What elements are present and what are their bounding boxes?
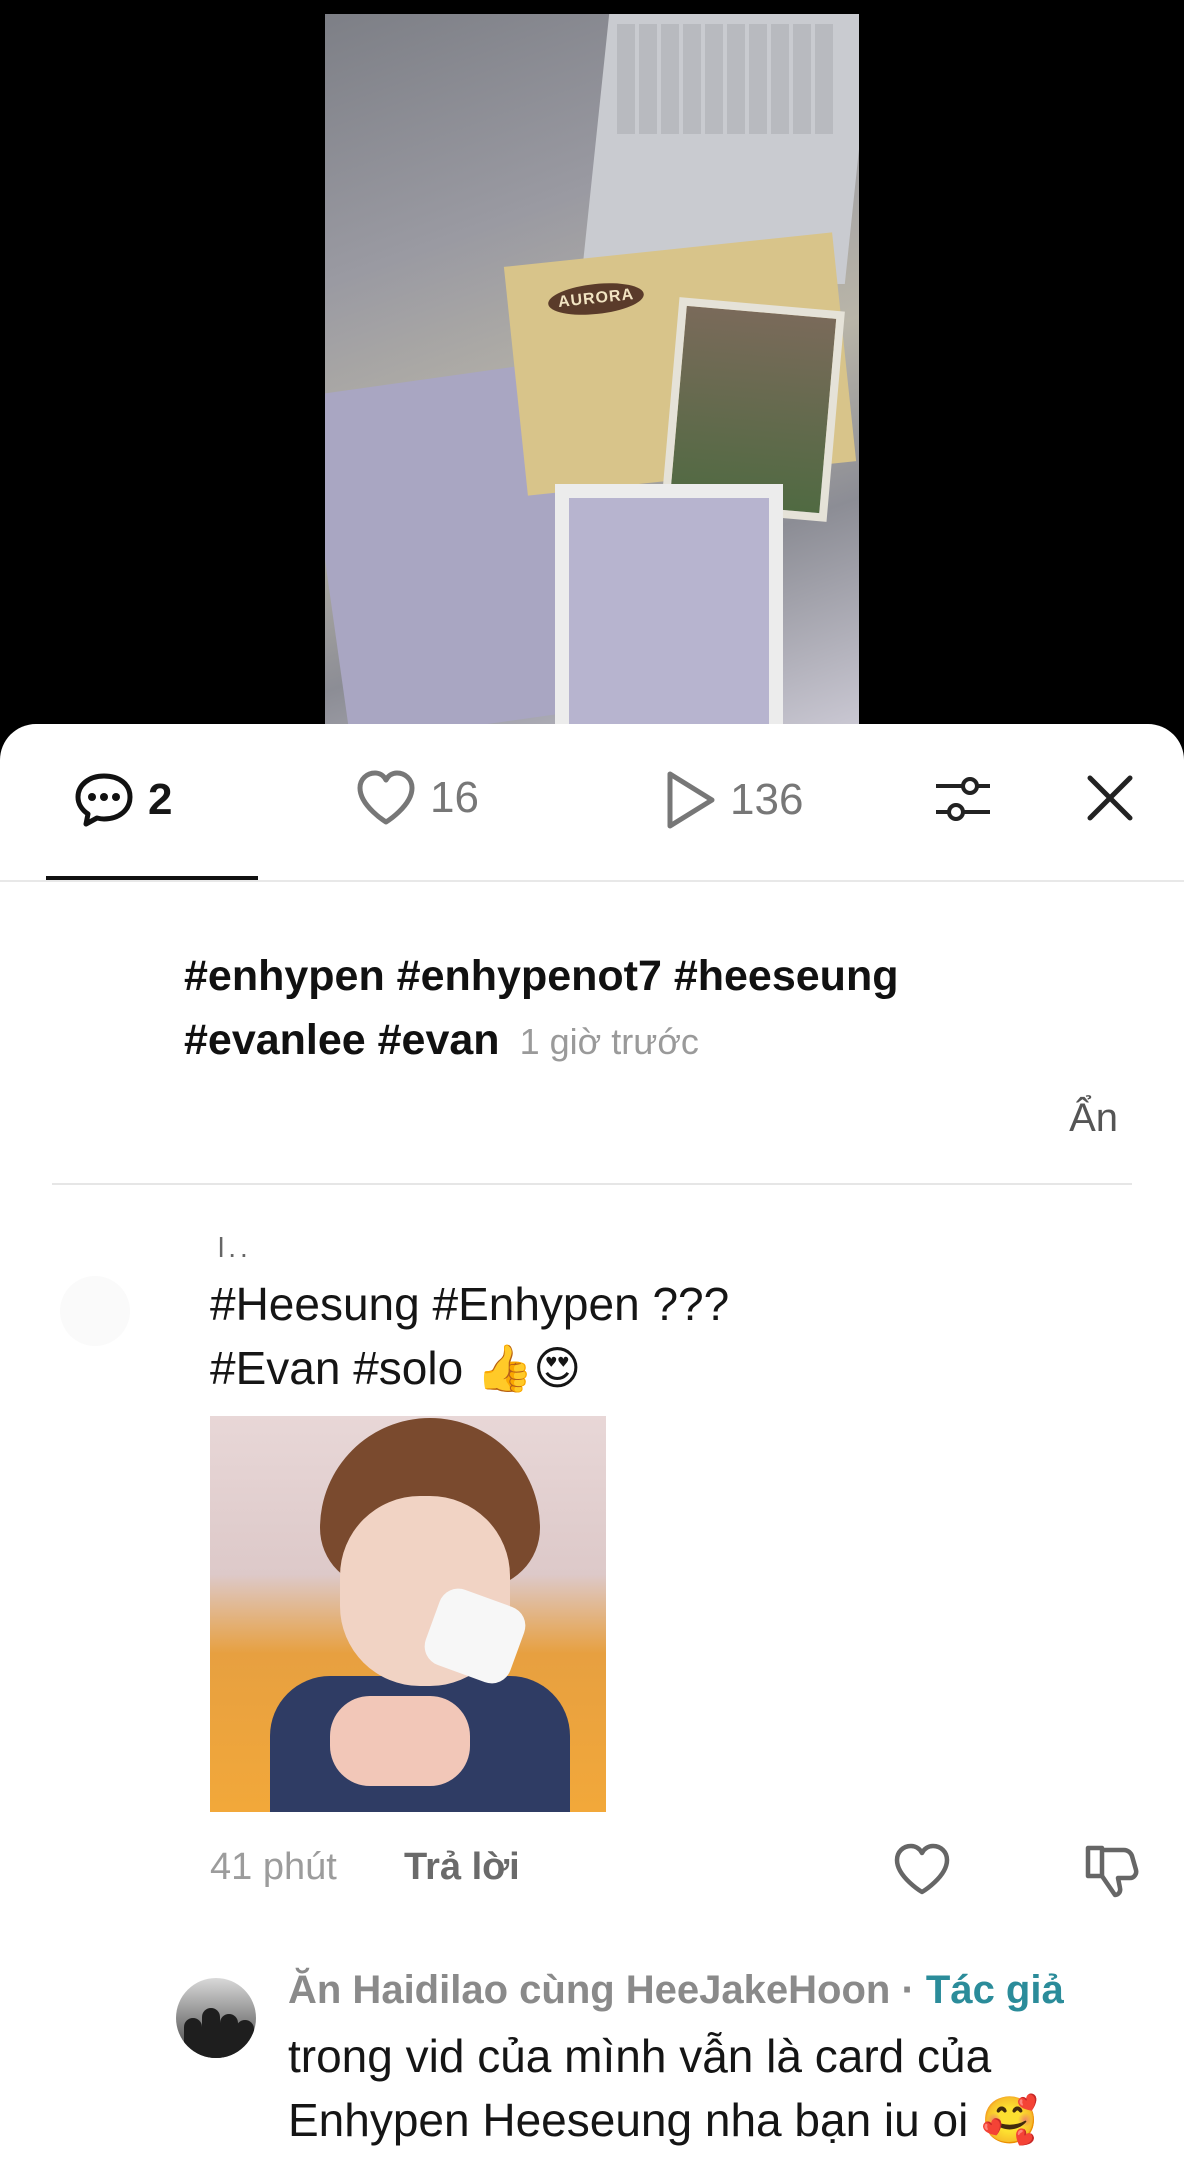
- caption-hashtags-line2[interactable]: #evanlee #evan: [184, 1008, 500, 1072]
- meta-separator: ·: [890, 1968, 926, 2012]
- dislike-icon[interactable]: [1080, 1842, 1140, 1898]
- avatar-figure: [184, 2018, 202, 2058]
- author-badge: Tác giả: [925, 1968, 1064, 2012]
- reply-text: trong vid của mình vẫn là card của Enhyp…: [288, 2030, 1039, 2146]
- close-icon[interactable]: [1082, 770, 1138, 826]
- avatar-figure: [202, 2008, 220, 2058]
- filter-sliders-icon[interactable]: [932, 768, 994, 830]
- comment-icon: [75, 773, 133, 827]
- hide-caption-button[interactable]: Ẩn: [1069, 1096, 1118, 1141]
- caption-hashtags-line1[interactable]: #enhypen #enhypenot7 #heeseung: [184, 944, 1064, 1008]
- comment-image[interactable]: [210, 1416, 606, 1812]
- tab-views[interactable]: 136: [662, 768, 803, 832]
- video-album-2: [555, 484, 783, 724]
- view-count: 136: [730, 775, 804, 824]
- video-caption: #enhypen #enhypenot7 #heeseung #evanlee …: [184, 944, 1064, 1074]
- comment-text-line1: #Heesung #Enhypen ???: [210, 1278, 730, 1330]
- tab-likes[interactable]: 16: [354, 768, 479, 828]
- tab-comments[interactable]: 2: [72, 768, 172, 832]
- comment-text-line2: #Evan #solo 👍😍: [210, 1342, 582, 1394]
- video-player[interactable]: AURORA: [325, 14, 859, 724]
- like-count: 16: [430, 773, 479, 822]
- comment-timestamp: 41 phút: [210, 1846, 337, 1888]
- caption-timestamp: 1 giờ trước: [519, 1021, 699, 1062]
- comment-text: #Heesung #Enhypen ??? #Evan #solo 👍😍: [210, 1272, 729, 1400]
- play-icon: [667, 771, 715, 829]
- reply-button[interactable]: Trả lời: [404, 1846, 520, 1889]
- divider: [52, 1183, 1132, 1185]
- tab-divider: [0, 880, 1184, 882]
- heart-icon: [357, 770, 415, 825]
- image-hand: [330, 1696, 470, 1786]
- video-keyboard: [617, 24, 837, 134]
- avatar[interactable]: [60, 1276, 130, 1346]
- avatar-figure: [236, 2020, 254, 2058]
- reply-meta: Ăn Haidilao cùng HeeJakeHoon · Tác giả: [288, 1968, 1064, 2013]
- like-heart-icon[interactable]: [892, 1842, 952, 1898]
- reply-avatar[interactable]: [176, 1978, 256, 2058]
- reply-username[interactable]: Ăn Haidilao cùng HeeJakeHoon: [288, 1968, 890, 2012]
- comment-count: 2: [148, 775, 173, 824]
- comment-username[interactable]: l..: [218, 1232, 252, 1264]
